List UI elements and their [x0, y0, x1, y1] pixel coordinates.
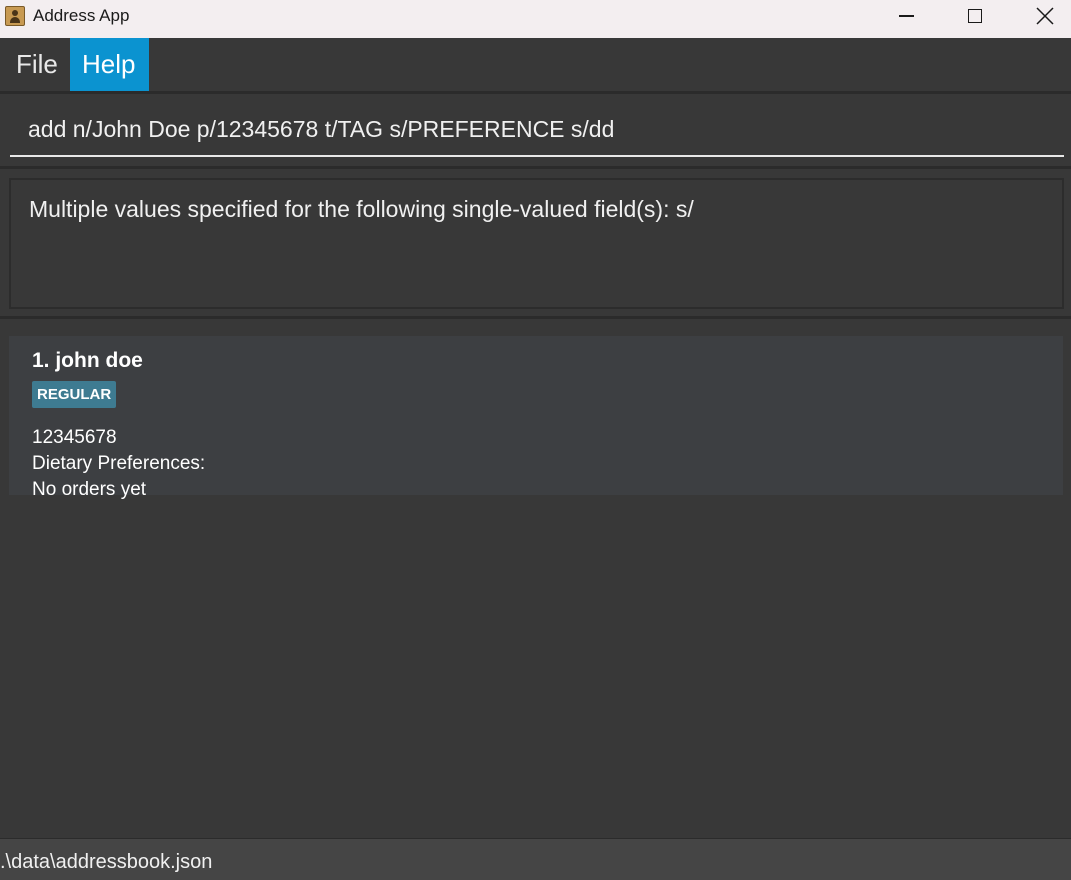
result-display[interactable]: Multiple values specified for the follow… — [9, 178, 1064, 309]
person-dietary-preferences: Dietary Preferences: — [32, 453, 206, 474]
menu-help[interactable]: Help — [70, 38, 149, 91]
address-book-icon — [5, 6, 25, 26]
status-bar: .\data\addressbook.json — [0, 838, 1071, 880]
window-title: Address App — [33, 6, 130, 25]
divider — [0, 91, 1071, 94]
person-name: 1. john doe — [32, 349, 143, 372]
divider — [0, 166, 1071, 169]
maximize-icon — [968, 9, 982, 23]
maximize-button[interactable] — [952, 0, 998, 32]
person-list[interactable]: 1. john doe REGULAR 12345678 Dietary Pre… — [0, 320, 1071, 838]
minimize-button[interactable] — [883, 0, 929, 32]
close-icon — [1036, 7, 1054, 25]
menu-bar: File Help — [0, 38, 1071, 91]
close-button[interactable] — [1022, 0, 1068, 32]
minimize-icon — [898, 15, 914, 17]
divider — [0, 316, 1071, 319]
person-orders: No orders yet — [32, 479, 147, 500]
person-phone: 12345678 — [32, 427, 117, 448]
command-input[interactable]: add n/John Doe p/12345678 t/TAG s/PREFER… — [10, 99, 1064, 157]
command-input-text: add n/John Doe p/12345678 t/TAG s/PREFER… — [28, 116, 615, 142]
result-message: Multiple values specified for the follow… — [29, 196, 694, 222]
save-location: .\data\addressbook.json — [0, 851, 213, 873]
tag-badge: REGULAR — [32, 381, 117, 408]
title-bar: Address App — [0, 0, 1071, 38]
menu-file[interactable]: File — [4, 38, 70, 91]
person-card[interactable]: 1. john doe REGULAR 12345678 Dietary Pre… — [9, 336, 1063, 500]
